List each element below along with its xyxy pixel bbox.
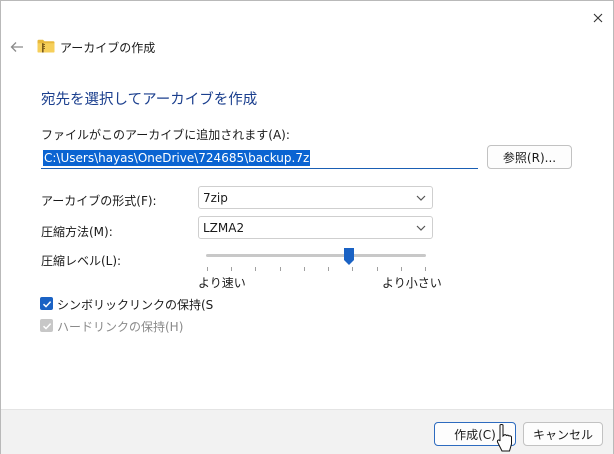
- slider-tick: [280, 267, 281, 271]
- window-title: アーカイブの作成: [60, 41, 156, 55]
- slider-tick: [328, 267, 329, 271]
- hardlinks-label: ハードリンクの保持(H): [57, 320, 184, 334]
- create-archive-dialog: アーカイブの作成 宛先を選択してアーカイブを作成 ファイルがこのアーカイブに追加…: [0, 0, 614, 454]
- format-label: アーカイブの形式(F):: [41, 194, 157, 208]
- destination-label: ファイルがこのアーカイブに追加されます(A):: [41, 128, 290, 142]
- chevron-down-icon: [416, 195, 426, 201]
- format-select[interactable]: 7zip: [198, 186, 433, 209]
- slider-tick: [377, 267, 378, 271]
- destination-path-text: C:\Users\hayas\OneDrive\724685\backup.7z: [43, 149, 311, 166]
- level-label: 圧縮レベル(L):: [41, 254, 122, 268]
- checkmark-icon: [42, 322, 51, 330]
- destination-path-input[interactable]: C:\Users\hayas\OneDrive\724685\backup.7z: [41, 147, 478, 169]
- symlinks-label[interactable]: シンボリックリンクの保持(S: [57, 296, 213, 313]
- method-select[interactable]: LZMA2: [198, 216, 433, 239]
- slider-tick: [255, 267, 256, 271]
- page-heading: 宛先を選択してアーカイブを作成: [41, 92, 258, 108]
- slider-tick: [401, 267, 402, 271]
- close-button[interactable]: [587, 7, 609, 29]
- format-select-value: 7zip: [203, 190, 228, 205]
- cancel-button[interactable]: キャンセル: [523, 422, 603, 446]
- compression-level-slider[interactable]: [206, 254, 426, 257]
- folder-zip-icon: [37, 39, 55, 53]
- back-button[interactable]: [7, 37, 27, 57]
- slider-tick: [304, 267, 305, 271]
- level-min-label: より速い: [198, 276, 246, 290]
- close-icon: [593, 13, 603, 23]
- browse-button[interactable]: 参照(R)...: [487, 145, 572, 169]
- method-label: 圧縮方法(M):: [41, 225, 113, 239]
- chevron-down-icon: [416, 225, 426, 231]
- create-button[interactable]: 作成(C): [434, 422, 516, 446]
- slider-thumb[interactable]: [343, 247, 355, 266]
- level-max-label: より小さい: [382, 276, 442, 290]
- symlinks-checkbox[interactable]: [40, 297, 53, 310]
- slider-tick: [352, 267, 353, 271]
- slider-tick: [231, 267, 232, 271]
- dialog-footer: [1, 409, 613, 454]
- checkmark-icon: [42, 300, 51, 308]
- arrow-left-icon: [10, 42, 23, 52]
- method-select-value: LZMA2: [203, 220, 245, 235]
- slider-tick: [425, 267, 426, 271]
- hardlinks-checkbox: [40, 319, 53, 332]
- slider-tick: [207, 267, 208, 271]
